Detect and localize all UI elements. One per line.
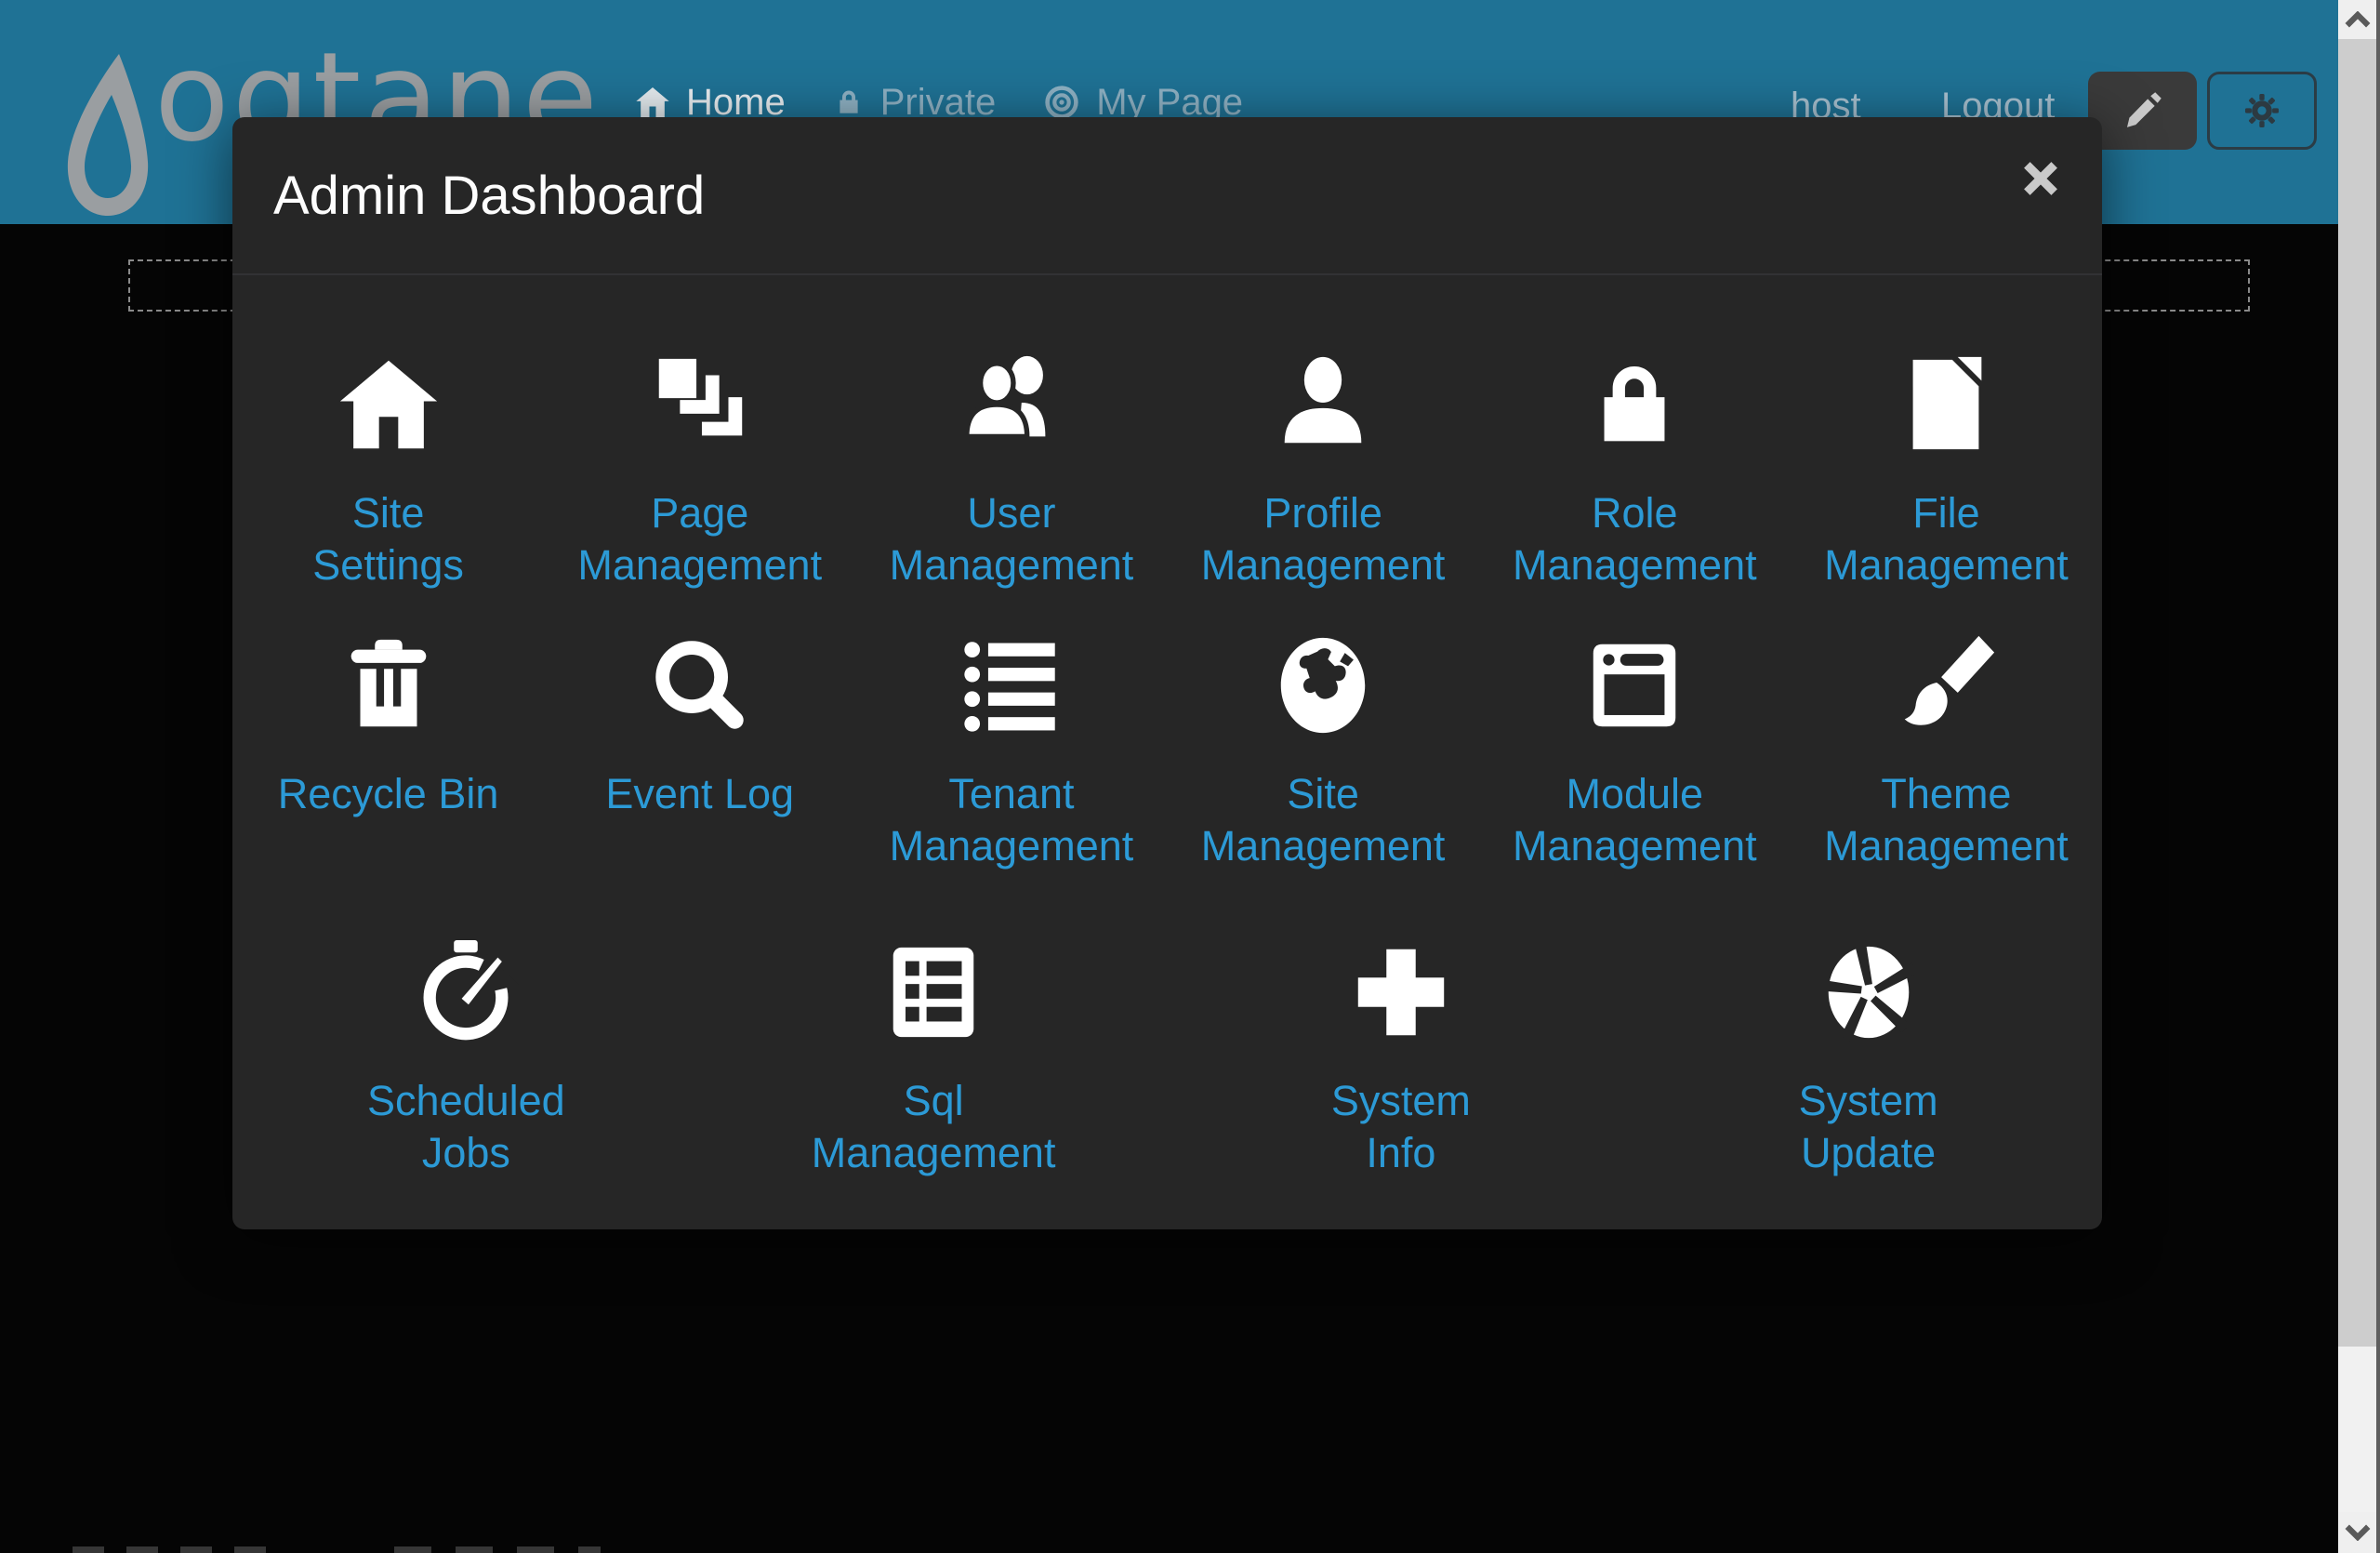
tile-label-line: Site [312, 487, 464, 539]
tile-system-update[interactable]: System Update [1634, 937, 2102, 1179]
tile-label-line: Profile [1201, 487, 1446, 539]
tile-sql-management[interactable]: Sql Management [700, 937, 1168, 1179]
tile-label-line: Event Log [605, 768, 794, 820]
modal-header: Admin Dashboard [232, 117, 2102, 275]
person-icon [1268, 350, 1378, 463]
scroll-down-button[interactable] [2338, 1512, 2376, 1553]
timer-icon [411, 937, 521, 1051]
tile-label-line: System [1331, 1075, 1471, 1127]
list-icon [957, 630, 1066, 744]
tile-label-line: Tenant [890, 768, 1134, 820]
people-icon [952, 350, 1071, 463]
modal-title: Admin Dashboard [232, 165, 705, 227]
clipped-text-fragment [73, 1546, 277, 1553]
tile-label-line: Management [1513, 539, 1757, 591]
gear-icon [2241, 89, 2283, 132]
tile-tenant-management[interactable]: Tenant Management [855, 630, 1167, 872]
tiles-row-3: Scheduled Jobs Sql Management [232, 937, 2102, 1179]
tile-label-line: Update [1799, 1127, 1938, 1179]
tile-label-line: Page [577, 487, 822, 539]
tile-label-line: Management [577, 539, 822, 591]
tile-label-line: Management [890, 539, 1134, 591]
clipped-text-fragment [394, 1546, 601, 1553]
tile-label-line: Jobs [367, 1127, 565, 1179]
tile-label-line: Management [1824, 539, 2069, 591]
tile-event-log[interactable]: Event Log [544, 630, 855, 872]
tile-label-line: Role [1513, 487, 1757, 539]
tile-label-line: File [1824, 487, 2069, 539]
home-icon [334, 350, 443, 463]
aperture-icon [1814, 937, 1924, 1051]
target-icon [1042, 83, 1081, 122]
admin-dashboard-modal: Admin Dashboard Site Settings [232, 117, 2102, 1229]
tile-site-management[interactable]: Site Management [1168, 630, 1479, 872]
close-icon [2020, 158, 2061, 199]
tile-recycle-bin[interactable]: Recycle Bin [232, 630, 544, 872]
tile-label-line: Scheduled [367, 1075, 565, 1127]
tile-label-line: Theme [1824, 768, 2069, 820]
close-button[interactable] [2016, 154, 2065, 203]
tile-profile-management[interactable]: Profile Management [1168, 350, 1479, 591]
tiles-row-1: Site Settings Page Management [232, 350, 2102, 591]
tile-theme-management[interactable]: Theme Management [1791, 630, 2102, 872]
oqtane-droplet-logo-icon [67, 54, 149, 216]
lock-icon [1580, 350, 1689, 463]
spreadsheet-icon [879, 937, 988, 1051]
pencil-icon [2122, 89, 2164, 132]
tile-role-management[interactable]: Role Management [1479, 350, 1791, 591]
layers-icon [645, 350, 755, 463]
tile-file-management[interactable]: File Management [1791, 350, 2102, 591]
trash-icon [334, 630, 443, 744]
vertical-scrollbar[interactable] [2338, 0, 2380, 1553]
tile-label-line: Management [1201, 539, 1446, 591]
magnifier-icon [645, 630, 755, 744]
home-icon [634, 84, 671, 121]
tile-label-line: Settings [312, 539, 464, 591]
tile-system-info[interactable]: System Info [1168, 937, 1635, 1179]
file-icon [1891, 350, 2001, 463]
tile-label-line: Management [890, 820, 1134, 872]
control-panel-button[interactable] [2207, 72, 2317, 150]
chevron-down-icon [2344, 1524, 2372, 1541]
lock-icon [832, 84, 866, 121]
tile-label-line: Module [1513, 768, 1757, 820]
tile-module-management[interactable]: Module Management [1479, 630, 1791, 872]
globe-icon [1268, 630, 1378, 744]
tile-user-management[interactable]: User Management [855, 350, 1167, 591]
tile-label-line: Recycle Bin [278, 768, 499, 820]
tile-label-line: Management [1824, 820, 2069, 872]
scrollbar-thumb[interactable] [2338, 39, 2376, 1347]
brush-icon [1891, 630, 2001, 744]
tiles-row-2: Recycle Bin Event Log [232, 630, 2102, 872]
browser-icon [1580, 630, 1689, 744]
tile-label-line: Sql [812, 1075, 1056, 1127]
tile-label-line: Management [812, 1127, 1056, 1179]
tile-site-settings[interactable]: Site Settings [232, 350, 544, 591]
tile-label-line: Site [1201, 768, 1446, 820]
tile-scheduled-jobs[interactable]: Scheduled Jobs [232, 937, 700, 1179]
edit-mode-button[interactable] [2088, 72, 2197, 150]
tile-label-line: Management [1201, 820, 1446, 872]
chevron-up-icon [2344, 11, 2372, 28]
scroll-up-button[interactable] [2338, 0, 2376, 39]
tile-label-line: System [1799, 1075, 1938, 1127]
tile-label-line: Info [1331, 1127, 1471, 1179]
tile-label-line: User [890, 487, 1134, 539]
tile-page-management[interactable]: Page Management [544, 350, 855, 591]
plus-icon [1346, 937, 1456, 1051]
tile-label-line: Management [1513, 820, 1757, 872]
